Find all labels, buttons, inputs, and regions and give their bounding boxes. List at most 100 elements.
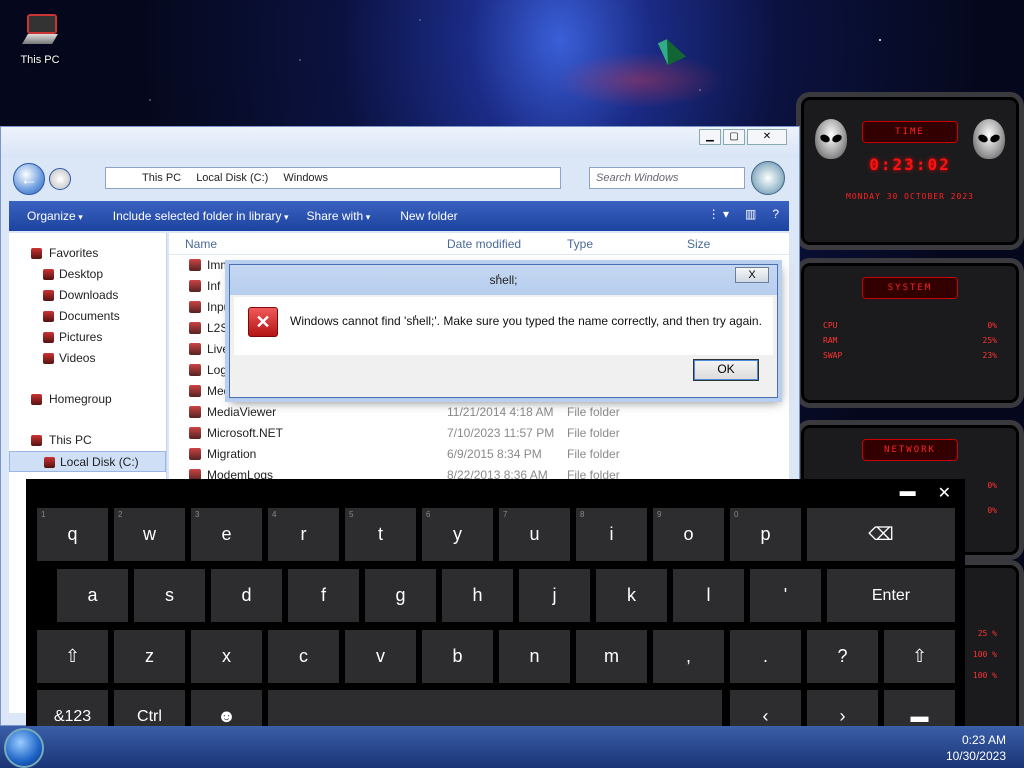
key-letter[interactable]: m — [576, 630, 647, 683]
backspace-key[interactable]: ⌫ — [807, 508, 955, 561]
key-letter[interactable]: g — [365, 569, 436, 622]
breadcrumb-this-pc[interactable]: This PC — [142, 172, 181, 184]
key-t[interactable]: 5t — [345, 508, 416, 561]
enter-key[interactable]: Enter — [827, 569, 955, 622]
view-controls: ⋮ ▾ ▥ ? — [708, 207, 779, 221]
column-size[interactable]: Size — [687, 237, 710, 251]
key-label: s — [165, 585, 174, 605]
key-w[interactable]: 2w — [114, 508, 185, 561]
column-name[interactable]: Name — [185, 237, 217, 251]
key-letter[interactable]: b — [422, 630, 493, 683]
key-r[interactable]: 4r — [268, 508, 339, 561]
file-row[interactable]: Microsoft.NET 7/10/2023 11:57 PM File fold… — [169, 423, 789, 444]
key-label: Ctrl — [137, 707, 162, 725]
key-u[interactable]: 7u — [499, 508, 570, 561]
include-in-library-button[interactable]: Include selected folder in library — [113, 209, 289, 223]
key-label: . — [762, 646, 768, 666]
file-row[interactable]: Migration 6/9/2015 8:34 PM File folder — [169, 444, 789, 465]
ram-label: RAM — [823, 336, 838, 345]
nav-documents[interactable]: Documents — [9, 306, 166, 327]
key-label: q — [67, 524, 78, 544]
key-letter[interactable]: v — [345, 630, 416, 683]
ok-button[interactable]: OK — [693, 359, 759, 381]
nav-local-disk[interactable]: Local Disk (C:) — [9, 451, 166, 472]
key-letter[interactable]: n — [499, 630, 570, 683]
keyboard-close-icon[interactable]: ✕ — [938, 483, 951, 503]
nav-desktop[interactable]: Desktop — [9, 264, 166, 285]
nav-this-pc[interactable]: This PC — [9, 430, 166, 451]
key-letter[interactable]: z — [114, 630, 185, 683]
breadcrumb-local-disk[interactable]: Local Disk (C:) — [196, 172, 268, 184]
key-label: o — [683, 524, 694, 544]
nav-homegroup[interactable]: Homegroup — [9, 389, 166, 410]
key-number-hint: 0 — [734, 510, 739, 519]
key-label: b — [452, 646, 463, 666]
search-icon[interactable] — [751, 161, 785, 195]
shift-right-key[interactable]: ⇧ — [884, 630, 955, 683]
column-type[interactable]: Type — [567, 237, 593, 251]
key-e[interactable]: 3e — [191, 508, 262, 561]
key-letter[interactable]: s — [134, 569, 205, 622]
file-name: Inf — [188, 279, 221, 293]
nav-pictures[interactable]: Pictures — [9, 327, 166, 348]
file-type: File folder — [567, 447, 620, 461]
this-pc-desktop-icon[interactable]: This PC — [14, 12, 66, 66]
start-button[interactable] — [4, 728, 44, 768]
key-letter[interactable]: k — [596, 569, 667, 622]
key-label: , — [685, 646, 691, 666]
key-letter[interactable]: x — [191, 630, 262, 683]
key-p[interactable]: 0p — [730, 508, 801, 561]
key-letter[interactable]: ' — [750, 569, 821, 622]
key-number-hint: 5 — [349, 510, 354, 519]
nav-downloads[interactable]: Downloads — [9, 285, 166, 306]
key-o[interactable]: 9o — [653, 508, 724, 561]
key-label: t — [377, 524, 383, 544]
forward-button[interactable]: → — [49, 168, 71, 190]
nav-favorites[interactable]: Favorites — [9, 243, 166, 264]
help-icon[interactable]: ? — [772, 207, 779, 221]
key-letter[interactable]: d — [211, 569, 282, 622]
view-options-icon[interactable]: ⋮ ▾ — [708, 207, 729, 221]
key-number-hint: 8 — [580, 510, 585, 519]
preview-pane-icon[interactable]: ▥ — [745, 207, 756, 221]
file-type: File folder — [567, 426, 620, 440]
key-y[interactable]: 6y — [422, 508, 493, 561]
column-date-modified[interactable]: Date modified — [447, 237, 521, 251]
key-letter[interactable]: l — [673, 569, 744, 622]
file-name: Microsoft.NET — [188, 426, 284, 440]
share-with-button[interactable]: Share with — [307, 209, 371, 223]
minimize-button[interactable]: ▁ — [699, 129, 721, 145]
search-input[interactable]: Search Windows — [589, 167, 745, 189]
new-folder-button[interactable]: New folder — [400, 209, 457, 223]
key-letter[interactable]: ? — [807, 630, 878, 683]
key-letter[interactable]: f — [288, 569, 359, 622]
explorer-titlebar[interactable]: ▁ ▢ ✕ — [1, 127, 799, 157]
cpu-value: 0% — [987, 321, 997, 330]
address-bar[interactable]: This PC Local Disk (C:) Windows — [105, 167, 561, 189]
key-letter[interactable]: j — [519, 569, 590, 622]
taskbar-clock[interactable]: 0:23 AM 10/30/2023 — [946, 732, 1006, 764]
key-letter[interactable]: c — [268, 630, 339, 683]
window-controls: ▁ ▢ ✕ — [699, 129, 787, 145]
key-number-hint: 6 — [426, 510, 431, 519]
swap-value: 23% — [982, 351, 997, 360]
file-row[interactable]: MediaViewer 11/21/2014 4:18 AM File folder — [169, 402, 789, 423]
key-letter[interactable]: h — [442, 569, 513, 622]
shift-left-key[interactable]: ⇧ — [37, 630, 108, 683]
dialog-close-button[interactable]: X — [735, 267, 769, 283]
taskbar-date: 10/30/2023 — [945, 749, 1006, 763]
key-i[interactable]: 8i — [576, 508, 647, 561]
command-bar: Organize Include selected folder in libr… — [9, 201, 789, 231]
keyboard-dock-icon[interactable]: ▬ — [900, 483, 916, 503]
key-q[interactable]: 1q — [37, 508, 108, 561]
close-window-button[interactable]: ✕ — [747, 129, 787, 145]
back-button[interactable]: ← — [13, 163, 45, 195]
organize-button[interactable]: Organize — [27, 209, 83, 223]
breadcrumb-windows[interactable]: Windows — [283, 172, 328, 184]
key-letter[interactable]: , — [653, 630, 724, 683]
nav-videos[interactable]: Videos — [9, 348, 166, 369]
key-letter[interactable]: a — [57, 569, 128, 622]
time-gadget: TIME 0:23:02 MONDAY 30 OCTOBER 2023 — [796, 92, 1024, 250]
maximize-button[interactable]: ▢ — [723, 129, 745, 145]
key-letter[interactable]: . — [730, 630, 801, 683]
